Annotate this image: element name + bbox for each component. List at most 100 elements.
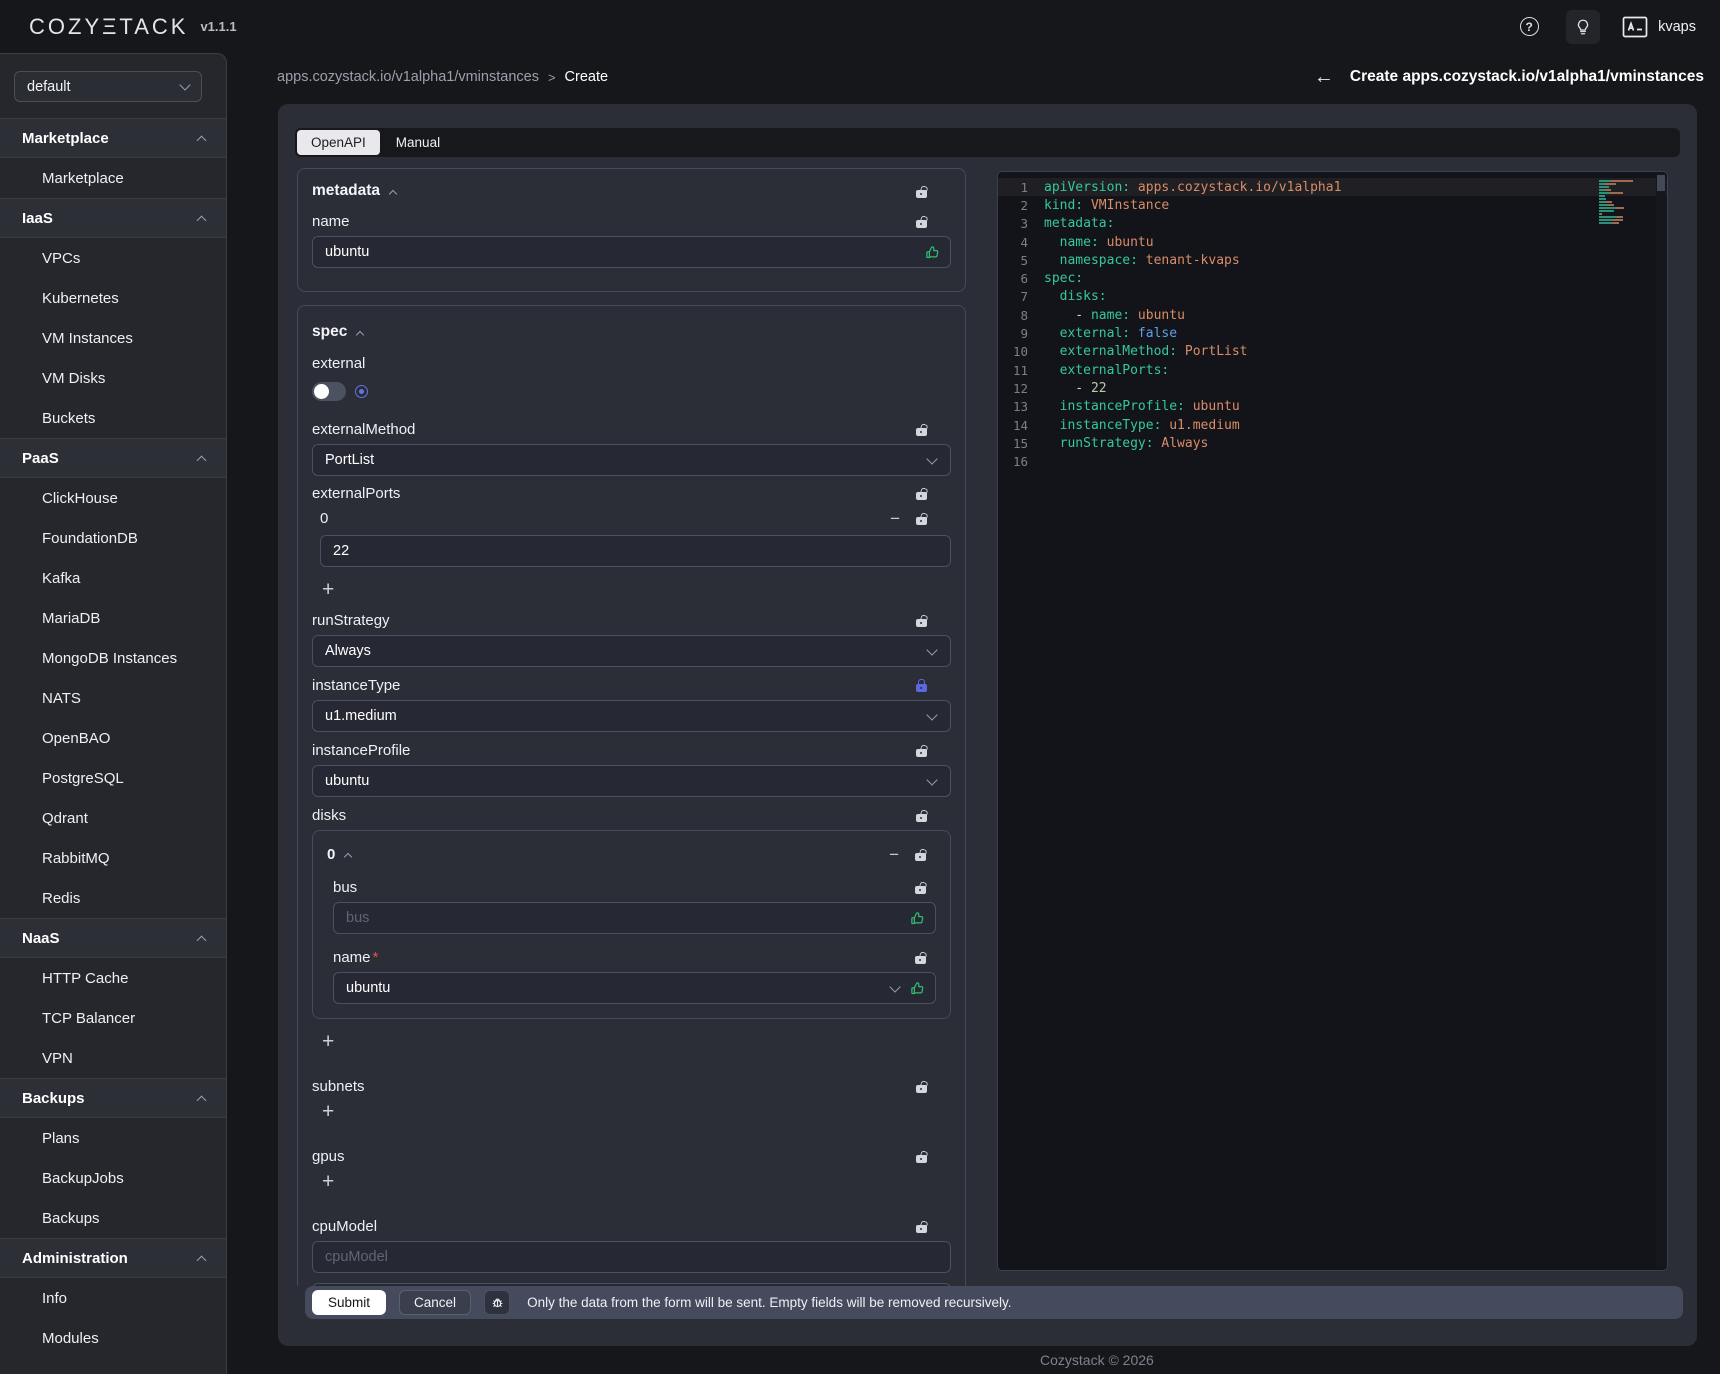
sidebar-item-nats[interactable]: NATS bbox=[0, 678, 227, 718]
sidebar-item-modules[interactable]: Modules bbox=[0, 1318, 227, 1358]
add-externalPorts-item-button[interactable]: + bbox=[312, 579, 951, 601]
externalPorts-item-input[interactable]: 22 bbox=[320, 535, 951, 567]
code-line[interactable]: 4 name: ubuntu bbox=[998, 233, 1667, 251]
sidebar-item-tcp-balancer[interactable]: TCP Balancer bbox=[0, 998, 227, 1038]
sidebar-item-rabbitmq[interactable]: RabbitMQ bbox=[0, 838, 227, 878]
theme-toggle-button[interactable] bbox=[1566, 10, 1600, 44]
code-line[interactable]: 14 instanceType: u1.medium bbox=[998, 416, 1667, 434]
code-line[interactable]: 5 namespace: tenant-kvaps bbox=[998, 251, 1667, 269]
editor-minimap[interactable] bbox=[1599, 180, 1647, 228]
unlock-icon[interactable] bbox=[916, 814, 927, 822]
unlock-icon[interactable] bbox=[916, 492, 927, 500]
sidebar-group-naas[interactable]: NaaS bbox=[0, 918, 227, 958]
add-gpu-button[interactable]: + bbox=[312, 1171, 951, 1193]
code-line[interactable]: 13 instanceProfile: ubuntu bbox=[998, 398, 1667, 416]
cancel-button[interactable]: Cancel bbox=[399, 1290, 471, 1315]
disk-name-select[interactable]: ubuntu bbox=[333, 972, 936, 1004]
code-line[interactable]: 9 external: false bbox=[998, 324, 1667, 342]
remove-item-button[interactable]: − bbox=[890, 510, 900, 527]
code-line[interactable]: 11 externalPorts: bbox=[998, 361, 1667, 379]
unlock-icon[interactable] bbox=[916, 619, 927, 627]
namespace-select[interactable]: default bbox=[14, 71, 202, 102]
unlock-icon[interactable] bbox=[916, 220, 927, 228]
disks-item-header[interactable]: 0 bbox=[327, 844, 351, 864]
externalMethod-select[interactable]: PortList bbox=[312, 444, 951, 476]
breadcrumb-path-link[interactable]: apps.cozystack.io/v1alpha1/vminstances bbox=[277, 69, 539, 85]
sidebar-group-administration[interactable]: Administration bbox=[0, 1238, 227, 1278]
sidebar-group-iaas[interactable]: IaaS bbox=[0, 198, 227, 238]
thumbs-up-icon[interactable] bbox=[910, 911, 925, 926]
external-toggle[interactable] bbox=[312, 382, 346, 401]
reset-default-icon[interactable] bbox=[355, 385, 368, 398]
sidebar-item-foundationdb[interactable]: FoundationDB bbox=[0, 518, 227, 558]
sidebar-item-mariadb[interactable]: MariaDB bbox=[0, 598, 227, 638]
instanceProfile-select[interactable]: ubuntu bbox=[312, 765, 951, 797]
thumbs-up-icon[interactable] bbox=[910, 981, 925, 996]
back-arrow-icon[interactable]: ← bbox=[1314, 66, 1334, 89]
unlock-icon[interactable] bbox=[916, 1085, 927, 1093]
unlock-icon[interactable] bbox=[916, 749, 927, 757]
instanceType-select[interactable]: u1.medium bbox=[312, 700, 951, 732]
help-button[interactable]: ? bbox=[1512, 10, 1546, 44]
tab-manual[interactable]: Manual bbox=[380, 130, 456, 155]
sidebar-item-vm-disks[interactable]: VM Disks bbox=[0, 358, 227, 398]
code-line[interactable]: 6spec: bbox=[998, 269, 1667, 287]
yaml-editor[interactable]: 1apiVersion: apps.cozystack.io/v1alpha12… bbox=[997, 171, 1668, 1271]
sidebar-item-marketplace[interactable]: Marketplace bbox=[0, 158, 227, 198]
code-line[interactable]: 16 bbox=[998, 452, 1667, 470]
unlock-icon[interactable] bbox=[915, 886, 926, 894]
unlock-icon[interactable] bbox=[915, 853, 926, 861]
sidebar-item-buckets[interactable]: Buckets bbox=[0, 398, 227, 438]
sidebar-item-clickhouse[interactable]: ClickHouse bbox=[0, 478, 227, 518]
metadata-name-input[interactable]: ubuntu bbox=[312, 236, 951, 268]
scrollbar-thumb[interactable] bbox=[1657, 175, 1665, 191]
sidebar-group-marketplace[interactable]: Marketplace bbox=[0, 118, 227, 158]
unlock-icon[interactable] bbox=[916, 190, 927, 198]
sidebar-item-backups[interactable]: Backups bbox=[0, 1198, 227, 1238]
code-line[interactable]: 1apiVersion: apps.cozystack.io/v1alpha1 bbox=[998, 178, 1667, 196]
sidebar-item-qdrant[interactable]: Qdrant bbox=[0, 798, 227, 838]
sidebar-group-paas[interactable]: PaaS bbox=[0, 438, 227, 478]
code-line[interactable]: 2kind: VMInstance bbox=[998, 196, 1667, 214]
sidebar-item-vpcs[interactable]: VPCs bbox=[0, 238, 227, 278]
sidebar-item-http-cache[interactable]: HTTP Cache bbox=[0, 958, 227, 998]
code-line[interactable]: 10 externalMethod: PortList bbox=[998, 343, 1667, 361]
sidebar-item-redis[interactable]: Redis bbox=[0, 878, 227, 918]
tab-openapi[interactable]: OpenAPI bbox=[297, 130, 380, 155]
code-line[interactable]: 7 disks: bbox=[998, 288, 1667, 306]
sidebar-group-backups[interactable]: Backups bbox=[0, 1078, 227, 1118]
debug-button[interactable] bbox=[484, 1290, 510, 1315]
sidebar-item-openbao[interactable]: OpenBAO bbox=[0, 718, 227, 758]
unlock-icon[interactable] bbox=[916, 1155, 927, 1163]
sidebar-item-kafka[interactable]: Kafka bbox=[0, 558, 227, 598]
thumbs-up-icon[interactable] bbox=[925, 245, 940, 260]
unlock-icon[interactable] bbox=[916, 1225, 927, 1233]
unlock-icon[interactable] bbox=[916, 428, 927, 436]
sidebar-item-mongodb-instances[interactable]: MongoDB Instances bbox=[0, 638, 227, 678]
sidebar-item-backupjobs[interactable]: BackupJobs bbox=[0, 1158, 227, 1198]
sidebar-item-vpn[interactable]: VPN bbox=[0, 1038, 227, 1078]
add-subnet-button[interactable]: + bbox=[312, 1101, 951, 1123]
sidebar-item-info[interactable]: Info bbox=[0, 1278, 227, 1318]
code-line[interactable]: 8 - name: ubuntu bbox=[998, 306, 1667, 324]
user-menu[interactable]: kvaps bbox=[1622, 16, 1696, 38]
sidebar-item-kubernetes[interactable]: Kubernetes bbox=[0, 278, 227, 318]
remove-disk-button[interactable]: − bbox=[889, 846, 899, 863]
runStrategy-select[interactable]: Always bbox=[312, 635, 951, 667]
cpuModel-input[interactable]: cpuModel bbox=[312, 1241, 951, 1273]
sidebar-item-vm-instances[interactable]: VM Instances bbox=[0, 318, 227, 358]
code-line[interactable]: 3metadata: bbox=[998, 215, 1667, 233]
sidebar-item-postgresql[interactable]: PostgreSQL bbox=[0, 758, 227, 798]
sidebar-item-plans[interactable]: Plans bbox=[0, 1118, 227, 1158]
add-disk-button[interactable]: + bbox=[312, 1031, 951, 1053]
lock-icon[interactable] bbox=[916, 684, 927, 692]
spec-section-header[interactable]: spec bbox=[312, 322, 951, 342]
metadata-section-header[interactable]: metadata bbox=[312, 181, 396, 201]
unlock-icon[interactable] bbox=[916, 517, 927, 525]
code-line[interactable]: 15 runStrategy: Always bbox=[998, 434, 1667, 452]
bus-input[interactable]: bus bbox=[333, 902, 936, 934]
unlock-icon[interactable] bbox=[915, 956, 926, 964]
editor-scrollbar[interactable] bbox=[1656, 173, 1666, 1269]
submit-button[interactable]: Submit bbox=[312, 1290, 386, 1315]
code-line[interactable]: 12 - 22 bbox=[998, 379, 1667, 397]
